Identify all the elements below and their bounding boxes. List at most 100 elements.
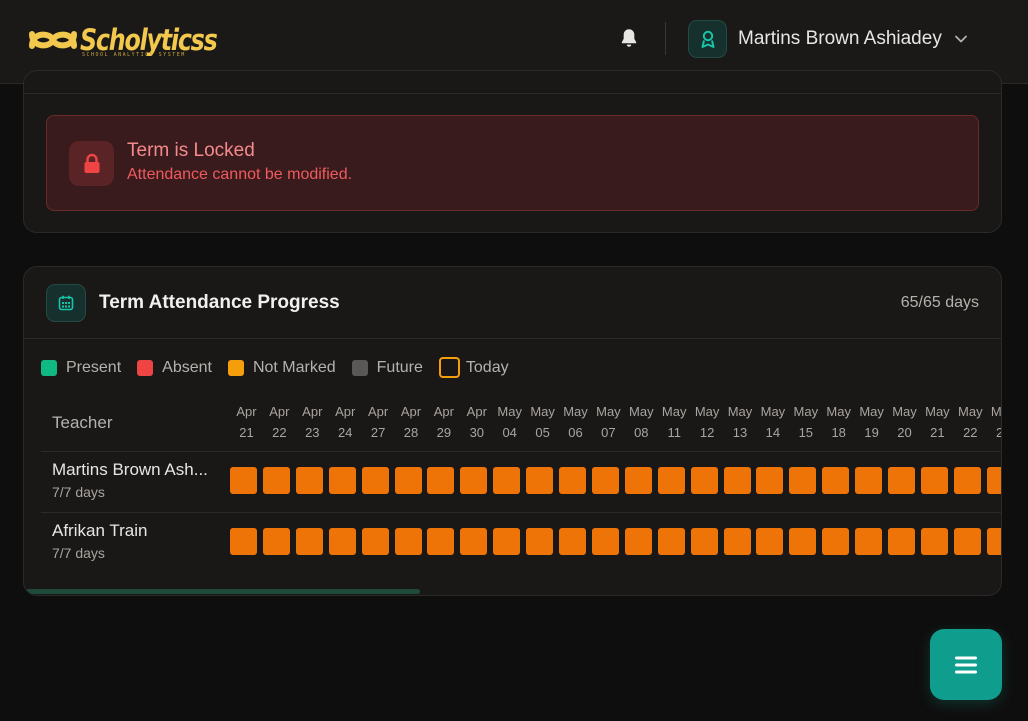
date-month: Apr xyxy=(302,404,323,419)
attendance-cell[interactable] xyxy=(657,467,685,494)
attendance-cell[interactable] xyxy=(559,528,586,555)
date-month: May xyxy=(793,404,819,419)
date-column-header: Apr 27 xyxy=(362,401,395,443)
date-month: May xyxy=(990,404,1002,419)
attendance-cell[interactable] xyxy=(657,528,685,555)
logo-tagline: SCHOOL ANALYTICS SYSTEM xyxy=(82,52,186,58)
legend-item: Present xyxy=(41,359,121,377)
logo-mark-icon xyxy=(29,31,77,49)
attendance-cell[interactable] xyxy=(624,467,652,494)
date-month: May xyxy=(727,404,753,419)
attendance-cell[interactable] xyxy=(888,528,915,555)
attendance-cell[interactable] xyxy=(822,528,850,555)
horizontal-scrollbar[interactable] xyxy=(26,589,1001,594)
date-month: May xyxy=(826,404,851,419)
attendance-cell[interactable] xyxy=(822,467,850,494)
attendance-cell[interactable] xyxy=(361,467,389,494)
date-day: 07 xyxy=(601,425,616,440)
attendance-cell[interactable] xyxy=(855,467,883,494)
user-menu[interactable]: Martins Brown Ashiadey xyxy=(688,20,968,58)
date-month: May xyxy=(596,404,621,419)
attendance-cell[interactable] xyxy=(361,528,389,555)
menu-fab-button[interactable] xyxy=(930,629,1002,700)
attendance-cell[interactable] xyxy=(493,467,521,494)
attendance-cell[interactable] xyxy=(756,528,784,555)
date-column-header: May 06 xyxy=(559,401,592,443)
date-day: 05 xyxy=(535,425,550,440)
attendance-cell[interactable] xyxy=(690,467,718,494)
date-day: 27 xyxy=(370,425,386,440)
chevron-down-icon[interactable] xyxy=(954,32,968,46)
date-day: 18 xyxy=(831,425,846,440)
lock-icon-box xyxy=(69,141,114,186)
scrollbar-thumb[interactable] xyxy=(26,589,420,594)
legend-label: Present xyxy=(66,358,122,376)
date-column-header: May 22 xyxy=(954,401,987,443)
logo[interactable]: Scholyticss SCHOOL ANALYTICS SYSTEM xyxy=(28,20,218,60)
user-badge-icon xyxy=(701,30,714,48)
legend-item: Future xyxy=(351,359,423,377)
attendance-cell[interactable] xyxy=(920,467,948,494)
attendance-cell[interactable] xyxy=(460,528,488,555)
row-divider xyxy=(41,512,1001,513)
attendance-cell[interactable] xyxy=(789,467,817,494)
date-month: May xyxy=(859,404,884,419)
date-column-header: May 25 xyxy=(987,401,1002,443)
date-month: May xyxy=(694,404,720,419)
attendance-cell[interactable] xyxy=(559,467,586,494)
attendance-cell[interactable] xyxy=(295,467,323,494)
row-divider xyxy=(41,451,1001,452)
date-day: 22 xyxy=(963,425,978,440)
attendance-cell[interactable] xyxy=(328,467,356,494)
attendance-cell[interactable] xyxy=(855,528,883,555)
attendance-cell[interactable] xyxy=(262,528,290,555)
attendance-cell[interactable] xyxy=(230,528,257,555)
date-column-header: May 07 xyxy=(592,401,625,443)
attendance-cell[interactable] xyxy=(953,528,981,555)
date-day: 04 xyxy=(502,425,517,440)
attendance-cell[interactable] xyxy=(624,528,652,555)
attendance-cell[interactable] xyxy=(394,528,422,555)
attendance-cell[interactable] xyxy=(262,467,290,494)
date-day: 29 xyxy=(436,425,452,440)
date-column-header: Apr 24 xyxy=(329,401,362,443)
attendance-cell[interactable] xyxy=(591,528,619,555)
teacher-days-count: 7/7 days xyxy=(52,545,105,561)
attendance-cell[interactable] xyxy=(920,528,948,555)
attendance-cell[interactable] xyxy=(591,467,619,494)
attendance-cell[interactable] xyxy=(427,467,455,494)
date-month: Apr xyxy=(433,404,454,419)
date-column-header: May 14 xyxy=(756,401,789,443)
attendance-cell[interactable] xyxy=(756,467,784,494)
legend-label: Today xyxy=(465,358,509,376)
date-column-header: Apr 22 xyxy=(263,401,296,443)
date-day: 19 xyxy=(864,425,879,440)
attendance-cell[interactable] xyxy=(460,467,488,494)
date-column-header: May 21 xyxy=(921,401,954,443)
attendance-cell[interactable] xyxy=(986,528,1001,555)
attendance-cell[interactable] xyxy=(394,467,422,494)
attendance-cell[interactable] xyxy=(986,467,1001,494)
attendance-cell[interactable] xyxy=(690,528,718,555)
legend-swatch xyxy=(351,359,368,376)
attendance-cell[interactable] xyxy=(526,528,554,555)
date-column-header: May 12 xyxy=(691,401,724,443)
teacher-days-count: 7/7 days xyxy=(52,484,105,500)
attendance-cell[interactable] xyxy=(953,467,981,494)
attendance-cell[interactable] xyxy=(723,467,751,494)
attendance-cell[interactable] xyxy=(888,467,915,494)
attendance-cell[interactable] xyxy=(295,528,323,555)
attendance-cell[interactable] xyxy=(230,467,257,494)
attendance-cell[interactable] xyxy=(789,528,817,555)
attendance-cell[interactable] xyxy=(723,528,751,555)
attendance-cell[interactable] xyxy=(328,528,356,555)
date-day: 21 xyxy=(930,425,945,440)
teacher-name: Martins Brown Ash... xyxy=(52,460,208,479)
attendance-cell[interactable] xyxy=(427,528,455,555)
bell-icon[interactable] xyxy=(618,26,640,50)
date-day: 11 xyxy=(667,425,681,440)
attendance-cell[interactable] xyxy=(493,528,521,555)
date-day: 25 xyxy=(987,422,1001,443)
attendance-cell[interactable] xyxy=(526,467,554,494)
date-month: Apr xyxy=(269,404,290,419)
